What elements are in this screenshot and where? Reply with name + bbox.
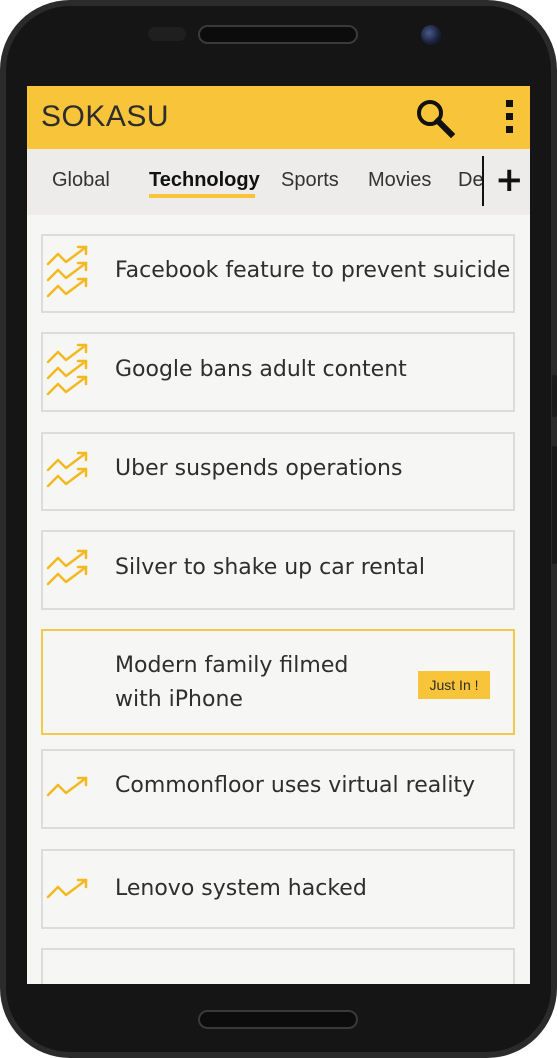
category-tabs: Global Technology Sports Movies De: [27, 149, 482, 215]
two-arrow-trend-icon: [46, 548, 92, 594]
volume-button: [552, 446, 557, 564]
app-bar: SOKASU: [27, 86, 530, 149]
news-card[interactable]: Lenovo system hacked: [41, 849, 515, 929]
tab-partial[interactable]: De: [458, 169, 482, 192]
more-vert-icon[interactable]: [503, 100, 517, 136]
just-in-badge: Just In !: [418, 671, 490, 699]
search-icon[interactable]: [415, 98, 456, 139]
news-card[interactable]: Commonfloor uses virtual reality: [41, 749, 515, 829]
news-title: Lenovo system hacked: [115, 876, 367, 901]
top-speaker: [198, 25, 358, 44]
app-screen: SOKASU Global Technology Sports Movies D…: [27, 86, 530, 984]
power-button: [552, 375, 557, 417]
news-card-partial[interactable]: [41, 948, 515, 984]
one-arrow-trend-icon: [46, 775, 92, 805]
news-title: Google bans adult content: [115, 357, 407, 382]
one-arrow-trend-icon: [46, 877, 92, 907]
front-camera: [421, 25, 441, 45]
tab-movies[interactable]: Movies: [368, 169, 431, 192]
news-title: Uber suspends operations: [115, 456, 403, 481]
news-card[interactable]: Uber suspends operations: [41, 432, 515, 511]
three-arrow-trend-icon: [46, 342, 92, 404]
tab-technology[interactable]: Technology: [149, 169, 260, 192]
three-arrow-trend-icon: [46, 244, 92, 306]
app-title: SOKASU: [41, 100, 170, 133]
phone-frame: SOKASU Global Technology Sports Movies D…: [0, 0, 557, 1058]
news-title: Modern family filmed with iPhone: [115, 653, 349, 712]
news-card[interactable]: Facebook feature to prevent suicide: [41, 234, 515, 313]
news-card[interactable]: Silver to shake up car rental: [41, 530, 515, 610]
news-title: Silver to shake up car rental: [115, 555, 426, 580]
news-card-highlighted[interactable]: Modern family filmed with iPhone Just In…: [41, 629, 515, 735]
news-title: Commonfloor uses virtual reality: [115, 773, 476, 798]
news-title: Facebook feature to prevent suicide: [115, 258, 511, 283]
tab-sports[interactable]: Sports: [281, 169, 339, 192]
active-tab-indicator: [149, 194, 255, 198]
bottom-speaker: [198, 1010, 358, 1029]
tab-global[interactable]: Global: [52, 169, 110, 192]
add-tab-button[interactable]: +: [495, 160, 524, 200]
two-arrow-trend-icon: [46, 450, 92, 496]
proximity-sensor: [148, 27, 186, 41]
news-card[interactable]: Google bans adult content: [41, 332, 515, 412]
tab-divider: [482, 156, 484, 206]
